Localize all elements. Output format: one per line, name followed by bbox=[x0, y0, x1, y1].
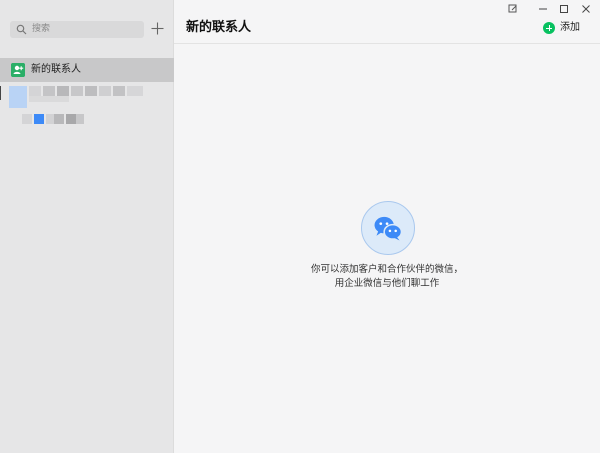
search-box[interactable]: 搜索 bbox=[10, 21, 144, 38]
page-title: 新的联系人 bbox=[186, 20, 252, 35]
sidebar-item-label: 新的联系人 bbox=[31, 64, 81, 75]
main-panel: 新的联系人 添加 你可以添加客户和合作伙伴的微信， 用企业微信与他们聊工作 bbox=[174, 0, 600, 453]
new-contact-icon bbox=[11, 63, 25, 77]
search-icon bbox=[16, 24, 27, 35]
empty-state-illustration bbox=[361, 201, 415, 255]
add-plus-button[interactable] bbox=[151, 22, 164, 35]
empty-state-message: 你可以添加客户和合作伙伴的微信， 用企业微信与他们聊工作 bbox=[174, 263, 600, 291]
add-button[interactable]: 添加 bbox=[543, 20, 580, 36]
empty-state-line-2: 用企业微信与他们聊工作 bbox=[334, 278, 440, 289]
wechat-chat-bubbles-icon bbox=[374, 216, 403, 241]
empty-state-line-1: 你可以添加客户和合作伙伴的微信， bbox=[310, 264, 463, 275]
add-button-label: 添加 bbox=[560, 22, 580, 33]
search-placeholder: 搜索 bbox=[32, 24, 51, 34]
selection-indicator bbox=[0, 86, 1, 100]
sidebar: 搜索 新的联系人 bbox=[0, 0, 174, 453]
blurred-contact-row[interactable] bbox=[22, 114, 86, 124]
plus-circle-icon bbox=[543, 22, 555, 34]
header: 新的联系人 添加 bbox=[174, 0, 600, 44]
sidebar-item-new-contacts[interactable]: 新的联系人 bbox=[0, 58, 174, 82]
blurred-contact-row[interactable] bbox=[9, 86, 145, 108]
